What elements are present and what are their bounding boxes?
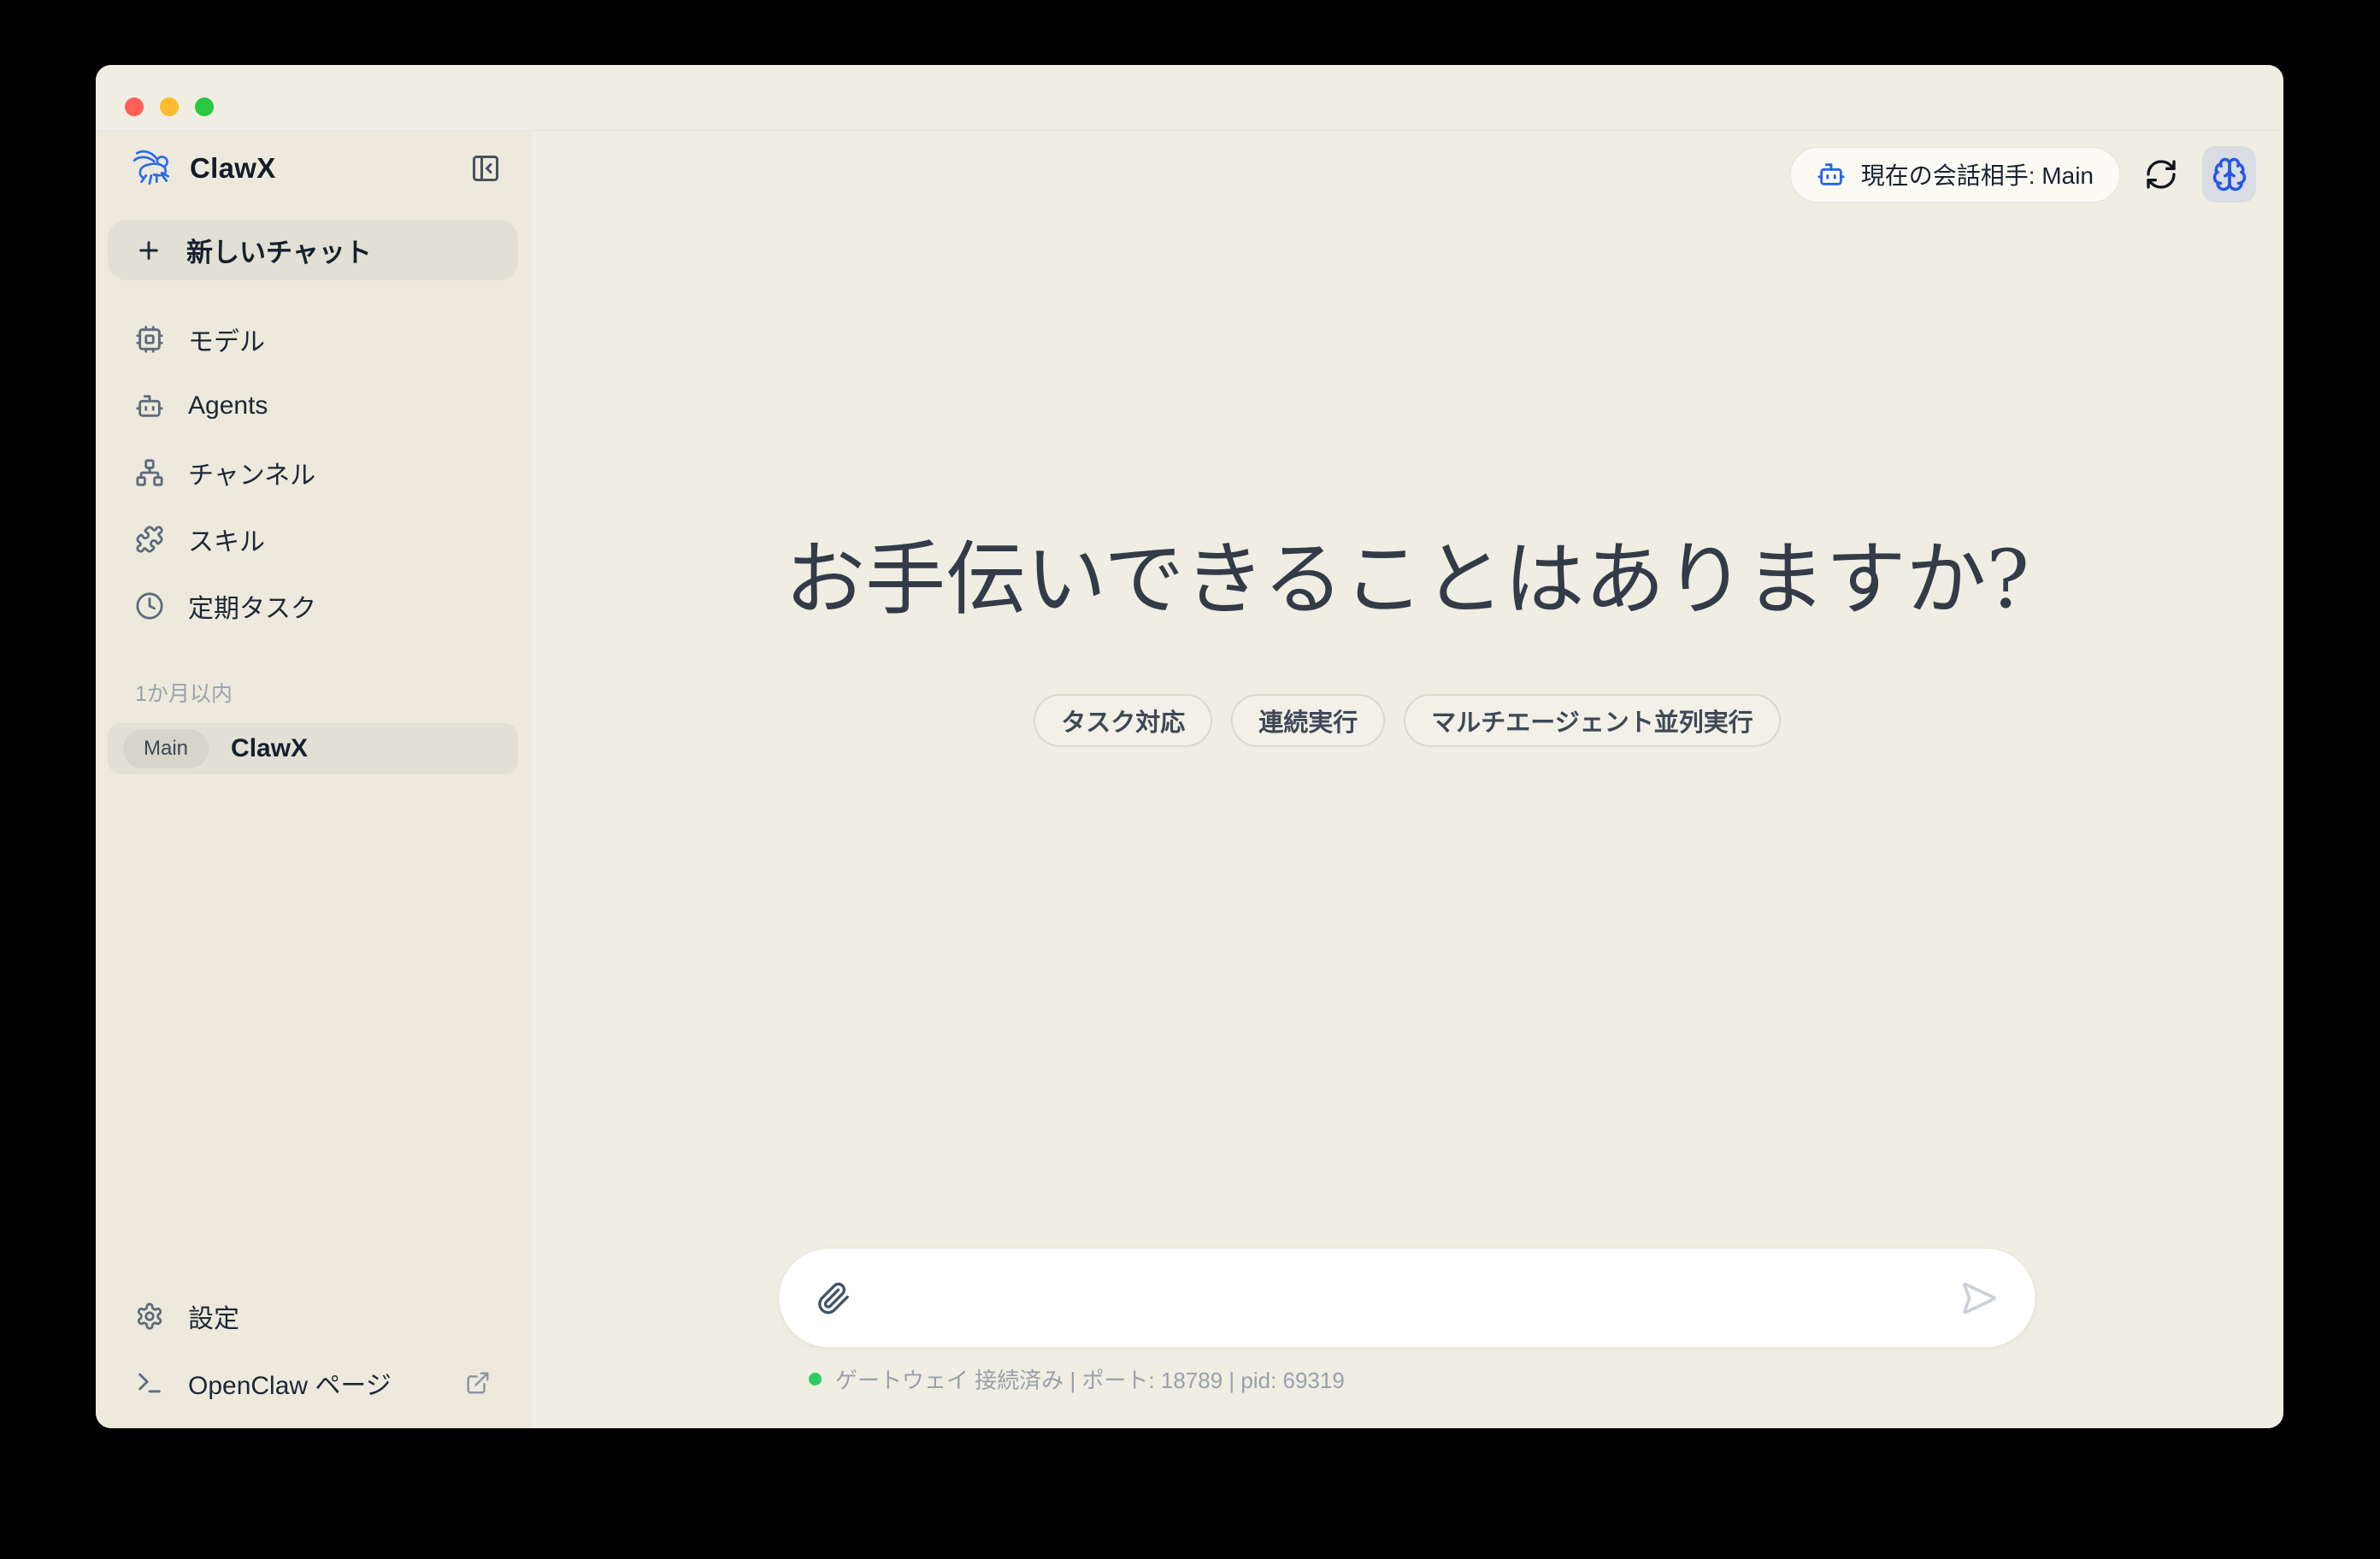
- sidebar-item-channels[interactable]: チャンネル: [108, 439, 518, 506]
- sidebar-footer: 設定 OpenClaw ページ: [96, 1283, 530, 1428]
- gear-icon: [135, 1302, 164, 1331]
- new-chat-button[interactable]: 新しいチャット: [108, 220, 518, 280]
- message-input[interactable]: [877, 1284, 1935, 1313]
- refresh-icon: [2144, 157, 2178, 191]
- bot-icon: [1817, 160, 1846, 189]
- attach-button[interactable]: [817, 1281, 851, 1315]
- chat-main-area: 現在の会話相手: Main お手伝いできることはありますか? タスク対応 連続実…: [531, 131, 2283, 1428]
- terminal-icon: [135, 1368, 164, 1397]
- traffic-lights: [125, 97, 214, 116]
- chat-list-item-main-clawx[interactable]: Main ClawX: [108, 723, 518, 774]
- settings-button[interactable]: 設定: [108, 1283, 518, 1350]
- current-partner-badge[interactable]: 現在の会話相手: Main: [1790, 147, 2120, 203]
- send-button[interactable]: [1960, 1280, 1998, 1317]
- zoom-button[interactable]: [195, 97, 214, 116]
- gateway-status: ゲートウェイ 接続済み | ポート: 18789 | pid: 69319: [809, 1363, 1345, 1395]
- chat-title: ClawX: [231, 734, 308, 763]
- suggestion-multi-agent[interactable]: マルチエージェント並列実行: [1404, 694, 1780, 747]
- refresh-button[interactable]: [2144, 157, 2178, 191]
- sidebar-header: ClawX: [96, 131, 530, 206]
- hero-section: お手伝いできることはありますか? タスク対応 連続実行 マルチエージェント並列実…: [531, 532, 2283, 747]
- sidebar-item-agents[interactable]: Agents: [108, 373, 518, 439]
- clock-icon: [135, 591, 164, 621]
- connected-dot-icon: [809, 1373, 822, 1385]
- gateway-status-text: ゲートウェイ 接続済み | ポート: 18789 | pid: 69319: [835, 1363, 1345, 1395]
- sidebar-item-label: スキル: [188, 521, 265, 558]
- bot-icon: [135, 391, 164, 421]
- settings-label: 設定: [188, 1297, 239, 1335]
- main-header: 現在の会話相手: Main: [1790, 146, 2256, 203]
- close-button[interactable]: [125, 97, 144, 116]
- chat-agent-badge: Main: [123, 729, 209, 768]
- message-composer: [779, 1248, 2036, 1348]
- sidebar-item-scheduled-tasks[interactable]: 定期タスク: [108, 573, 518, 639]
- sidebar-item-label: チャンネル: [188, 454, 315, 491]
- sidebar-item-label: Agents: [188, 391, 268, 421]
- app-window: ClawX 新しいチャット: [96, 65, 2283, 1428]
- suggestion-task-support[interactable]: タスク対応: [1034, 694, 1212, 747]
- sidebar-item-label: 定期タスク: [188, 587, 316, 625]
- suggestion-continuous-run[interactable]: 連続実行: [1231, 694, 1385, 747]
- brain-icon: [2212, 156, 2247, 192]
- external-link-icon: [465, 1370, 491, 1396]
- sidebar-item-models[interactable]: モデル: [108, 306, 518, 373]
- app-title: ClawX: [190, 152, 276, 185]
- paperclip-icon: [817, 1281, 851, 1315]
- plus-icon: [135, 237, 162, 264]
- sidebar: ClawX 新しいチャット: [96, 131, 531, 1428]
- suggestion-pills: タスク対応 連続実行 マルチエージェント並列実行: [531, 694, 2283, 747]
- openclaw-page-label: OpenClaw ページ: [188, 1364, 392, 1402]
- current-partner-label: 現在の会話相手: Main: [1861, 157, 2094, 191]
- history-section-label: 1か月以内: [96, 677, 530, 708]
- minimize-button[interactable]: [160, 97, 179, 116]
- network-icon: [135, 458, 164, 487]
- title-bar: [96, 65, 2283, 131]
- hero-greeting: お手伝いできることはありますか?: [531, 532, 2283, 629]
- openclaw-page-link[interactable]: OpenClaw ページ: [108, 1350, 518, 1416]
- panel-left-close-icon: [470, 153, 501, 184]
- cpu-icon: [135, 325, 164, 354]
- sidebar-item-label: モデル: [188, 321, 265, 358]
- sidebar-collapse-button[interactable]: [467, 150, 504, 187]
- desktop-background: ClawX 新しいチャット: [0, 0, 2380, 1559]
- clawx-logo-icon: [130, 147, 173, 190]
- brain-button[interactable]: [2202, 146, 2256, 203]
- sidebar-nav: モデル Agents チャンネル: [96, 306, 530, 639]
- send-icon: [1960, 1280, 1998, 1317]
- sidebar-item-skills[interactable]: スキル: [108, 506, 518, 573]
- new-chat-label: 新しいチャット: [186, 231, 372, 269]
- puzzle-icon: [135, 525, 164, 554]
